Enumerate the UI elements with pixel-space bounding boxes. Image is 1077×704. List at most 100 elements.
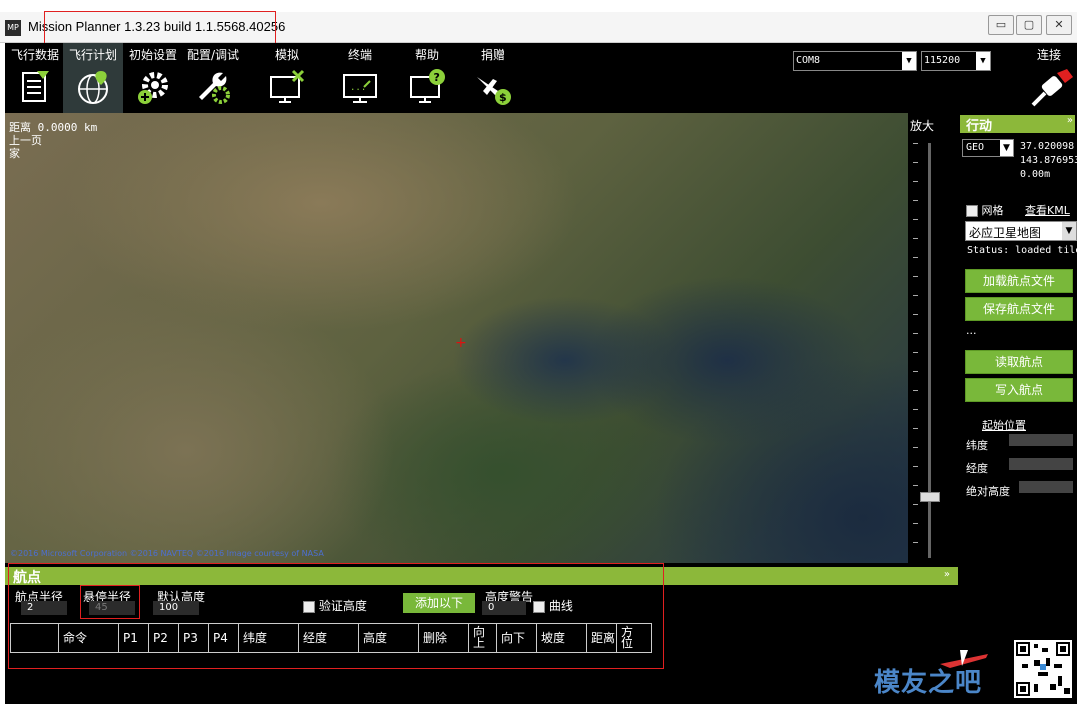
coord-mode-value: GEO bbox=[966, 142, 985, 153]
zoom-tick bbox=[913, 371, 918, 372]
menu-label: 初始设置 bbox=[128, 48, 177, 62]
connect-plug-icon[interactable] bbox=[1027, 67, 1075, 109]
gear-add-icon bbox=[138, 72, 168, 104]
home-lng-label: 经度 bbox=[966, 462, 988, 475]
zoom-tick bbox=[913, 352, 918, 353]
zoom-bar: 放大 bbox=[908, 113, 958, 563]
home-abs-alt-field bbox=[1019, 481, 1073, 493]
home-abs-alt-label: 绝对高度 bbox=[966, 485, 1010, 498]
coord-mode-select[interactable]: GEO ▼ bbox=[962, 139, 1014, 157]
qr-code bbox=[1014, 640, 1072, 698]
zoom-slider-thumb[interactable] bbox=[920, 491, 940, 502]
map-copyright: ©2016 Microsoft Corporation ©2016 NAVTEQ… bbox=[10, 549, 324, 558]
zoom-tick bbox=[913, 409, 918, 410]
wrench-icon bbox=[199, 72, 230, 104]
checkbox-icon bbox=[966, 205, 978, 217]
zoom-tick bbox=[913, 504, 918, 505]
home-link[interactable]: 家 bbox=[9, 145, 20, 161]
grid-label: 网格 bbox=[981, 204, 1004, 217]
menu-donate[interactable]: 捐赠 $ bbox=[463, 43, 523, 113]
zoom-tick bbox=[913, 523, 918, 524]
connect-label: 连接 bbox=[1037, 48, 1062, 62]
map-provider-value: 必应卫星地图 bbox=[969, 226, 1042, 240]
home-lat-label: 纬度 bbox=[966, 439, 988, 452]
restore-button[interactable]: ▢ bbox=[1016, 15, 1042, 35]
zoom-tick bbox=[913, 200, 918, 201]
main-toolbar: 飞行数据 飞行计划 初始设置 配置/调试 模拟 终端 ... 帮助 ? 捐赠 $… bbox=[5, 43, 1077, 113]
close-button[interactable]: ✕ bbox=[1046, 15, 1072, 35]
menu-label: 飞行数据 bbox=[10, 48, 59, 62]
save-wp-file-button[interactable]: 保存航点文件 bbox=[965, 297, 1073, 321]
view-kml-link[interactable]: 查看KML bbox=[1025, 202, 1070, 218]
logo-text: 模友之吧 bbox=[874, 668, 983, 698]
zoom-tick bbox=[913, 257, 918, 258]
zoom-tick bbox=[913, 276, 918, 277]
home-location-link[interactable]: 起始位置 bbox=[982, 417, 1026, 433]
menu-label: 飞行计划 bbox=[68, 48, 117, 62]
zoom-tick bbox=[913, 238, 918, 239]
flight-data-icon bbox=[22, 71, 49, 102]
zoom-tick bbox=[913, 542, 918, 543]
menu-help[interactable]: 帮助 ? bbox=[397, 43, 457, 113]
waypoints-panel: 航点 » 航点半径 2 悬停半径 45 默认高度 100 验证高度 添加以下 高… bbox=[5, 563, 958, 704]
chevron-down-icon: ▼ bbox=[902, 52, 916, 70]
map-provider-select[interactable]: 必应卫星地图 ▼ bbox=[965, 221, 1077, 241]
qr-code-icon bbox=[1016, 642, 1070, 696]
highlight-box bbox=[8, 563, 664, 669]
menu-simulation[interactable]: 模拟 bbox=[257, 43, 317, 113]
menu-terminal[interactable]: 终端 ... bbox=[330, 43, 390, 113]
zoom-tick bbox=[913, 219, 918, 220]
minimize-button[interactable]: ▭ bbox=[988, 15, 1014, 35]
zoom-tick bbox=[913, 143, 918, 144]
port-select[interactable]: COM8 ▼ bbox=[793, 51, 917, 71]
alt-readout: 0.00m bbox=[1020, 169, 1051, 180]
home-lng-field bbox=[1009, 458, 1073, 470]
menu-label: 捐赠 bbox=[480, 48, 505, 62]
read-wp-button[interactable]: 读取航点 bbox=[965, 350, 1073, 374]
zoom-tick bbox=[913, 485, 918, 486]
lat-readout: 37.020098 bbox=[1020, 141, 1075, 152]
watermark-logo: 模友之吧 bbox=[870, 640, 990, 700]
map-center-crosshair: + bbox=[455, 335, 467, 351]
action-panel-header[interactable]: 行动 » bbox=[960, 115, 1075, 134]
donate-icon: $ bbox=[477, 77, 511, 105]
more-options[interactable]: ... bbox=[966, 324, 977, 337]
terminal-icon: ... bbox=[343, 74, 377, 103]
menu-label: 配置/调试 bbox=[186, 48, 240, 62]
svg-text:...: ... bbox=[350, 83, 366, 93]
globe-icon bbox=[78, 71, 108, 104]
zoom-tick bbox=[913, 466, 918, 467]
title-bar: MP Mission Planner 1.3.23 build 1.1.5568… bbox=[0, 11, 1077, 59]
baud-value: 115200 bbox=[924, 55, 961, 66]
grid-checkbox[interactable]: 网格 bbox=[966, 202, 1004, 218]
port-value: COM8 bbox=[796, 55, 821, 66]
home-lat-field bbox=[1009, 434, 1073, 446]
help-icon: ? bbox=[410, 69, 445, 103]
load-wp-file-button[interactable]: 加载航点文件 bbox=[965, 269, 1073, 293]
menu-label: 模拟 bbox=[274, 48, 299, 62]
menu-label: 终端 bbox=[347, 48, 372, 62]
zoom-tick bbox=[913, 447, 918, 448]
menu-label: 帮助 bbox=[414, 48, 439, 62]
zoom-tick bbox=[913, 333, 918, 334]
menu-flight-plan[interactable]: 飞行计划 bbox=[63, 43, 123, 113]
action-panel: 行动 » GEO ▼ 37.020098 143.876953 0.00m 网格… bbox=[958, 113, 1077, 704]
zoom-tick bbox=[913, 295, 918, 296]
svg-text:?: ? bbox=[434, 71, 440, 84]
zoom-tick bbox=[913, 390, 918, 391]
simulation-icon bbox=[270, 69, 305, 103]
collapse-icon[interactable]: » bbox=[944, 569, 950, 580]
write-wp-button[interactable]: 写入航点 bbox=[965, 378, 1073, 402]
zoom-label: 放大 bbox=[910, 119, 935, 133]
baud-select[interactable]: 115200 ▼ bbox=[921, 51, 991, 71]
zoom-tick bbox=[913, 428, 918, 429]
chevron-down-icon: ▼ bbox=[976, 52, 990, 70]
satellite-map[interactable]: 距离 0.0000 km 上一页 家 + ©2016 Microsoft Cor… bbox=[5, 113, 908, 563]
menu-flight-data[interactable]: 飞行数据 bbox=[5, 43, 65, 113]
menu-config-tuning[interactable]: 配置/调试 bbox=[183, 43, 243, 113]
collapse-icon[interactable]: » bbox=[1067, 115, 1073, 126]
menu-initial-setup[interactable]: 初始设置 bbox=[123, 43, 183, 113]
app-icon: MP bbox=[5, 20, 21, 36]
zoom-tick bbox=[913, 162, 918, 163]
action-panel-title: 行动 bbox=[966, 119, 993, 134]
